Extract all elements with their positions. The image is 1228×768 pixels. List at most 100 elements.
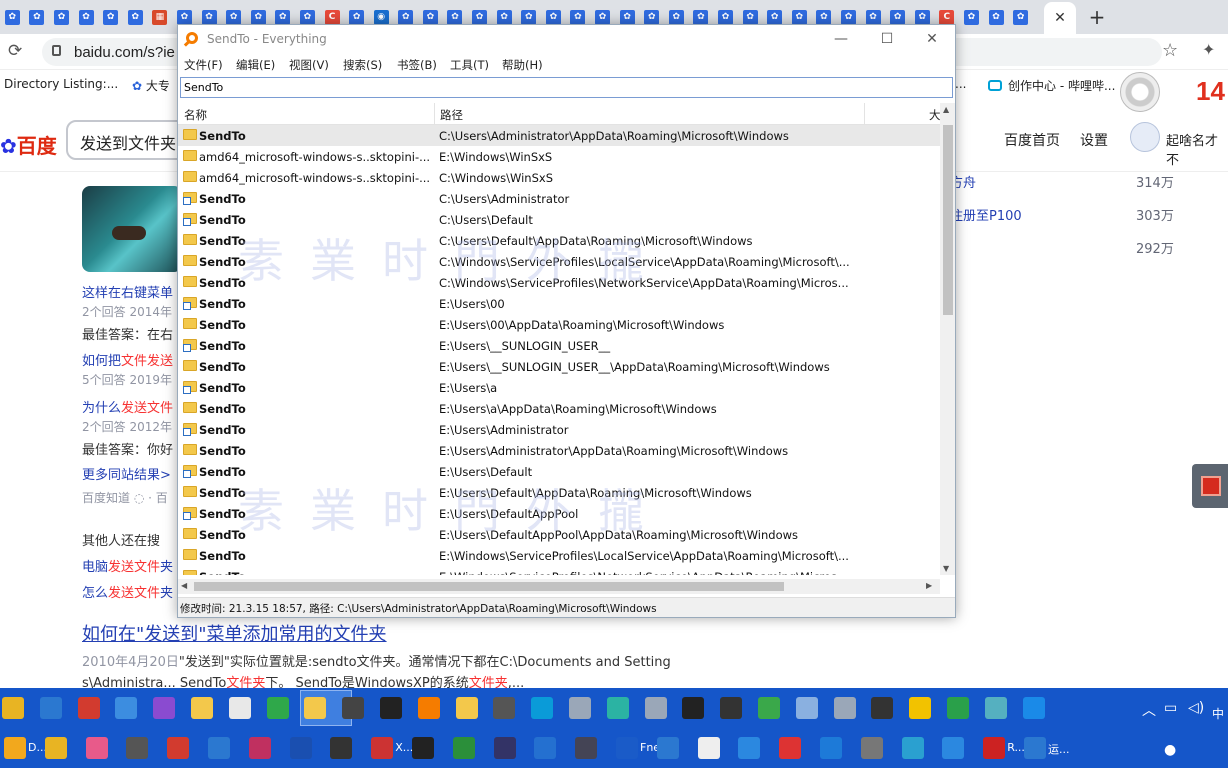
window-icon[interactable]: [39, 697, 62, 719]
menu-search[interactable]: 搜索(S): [343, 57, 382, 73]
app-dot-icon[interactable]: [380, 697, 402, 719]
browser-tab[interactable]: ✿: [25, 4, 50, 30]
browser-tab[interactable]: ✿: [0, 4, 25, 30]
baidu-logo[interactable]: ✿百度: [0, 130, 57, 159]
browser-tab[interactable]: ✿: [1008, 4, 1033, 30]
result-row[interactable]: SendTo C:\Users\Default: [178, 209, 940, 230]
column-path[interactable]: 路径: [440, 107, 463, 123]
folder-icon[interactable]: [455, 697, 478, 719]
column-divider[interactable]: [434, 103, 435, 125]
result-row[interactable]: amd64_microsoft-windows-s..sktopini-... C…: [178, 167, 940, 188]
result-row[interactable]: SendTo E:\Users\Administrator: [178, 419, 940, 440]
result-row[interactable]: SendTo E:\Users\__SUNLOGIN_USER__: [178, 335, 940, 356]
document-icon[interactable]: [228, 697, 251, 719]
menu-help[interactable]: 帮助(H): [502, 57, 543, 73]
browser-tab[interactable]: ✿: [98, 4, 123, 30]
result-link[interactable]: 怎么发送文件夹: [82, 582, 173, 601]
active-tab[interactable]: ✕: [1044, 2, 1076, 34]
result-row[interactable]: amd64_microsoft-windows-s..sktopini-... E…: [178, 146, 940, 167]
result-row[interactable]: SendTo E:\Users\__SUNLOGIN_USER__\AppData…: [178, 356, 940, 377]
result-row[interactable]: SendTo C:\Windows\ServiceProfiles\Network…: [178, 272, 940, 293]
menu-file[interactable]: 文件(F): [184, 57, 223, 73]
bookmark-overflow[interactable]: ...: [955, 77, 966, 91]
extensions-icon[interactable]: ✦: [1202, 40, 1215, 59]
result-row[interactable]: SendTo E:\Windows\ServiceProfiles\Network…: [178, 566, 940, 575]
app-teal-icon[interactable]: [531, 697, 554, 719]
record-icon[interactable]: [266, 697, 289, 719]
scroll-down-icon[interactable]: ▼: [943, 564, 949, 573]
search-input[interactable]: SendTo: [180, 77, 953, 98]
result-row[interactable]: SendTo E:\Users\a\AppData\Roaming\Microso…: [178, 398, 940, 419]
chrome-icon[interactable]: [2, 697, 24, 719]
menu-bookmarks[interactable]: 书签(B): [397, 57, 437, 73]
result-row[interactable]: SendTo E:\Users\Administrator\AppData\Roa…: [178, 440, 940, 461]
column-name[interactable]: 名称: [184, 107, 207, 123]
bookmark-star-icon[interactable]: ☆: [1162, 40, 1178, 61]
result-row[interactable]: SendTo C:\Windows\ServiceProfiles\LocalSe…: [178, 251, 940, 272]
triangle-icon[interactable]: [644, 697, 667, 719]
column-divider[interactable]: [864, 103, 865, 125]
url-text[interactable]: baidu.com/s?ie: [74, 44, 175, 61]
film-icon[interactable]: [493, 697, 516, 719]
result-row[interactable]: SendTo E:\Users\00: [178, 293, 940, 314]
volume-icon[interactable]: ◁): [1188, 700, 1204, 716]
menu-view[interactable]: 视图(V): [289, 57, 329, 73]
column-size[interactable]: 大: [929, 107, 941, 123]
vb-icon[interactable]: [947, 697, 969, 719]
browser-tab[interactable]: ✿: [49, 4, 74, 30]
window-titlebar[interactable]: SendTo - Everything — ☐ ✕: [178, 25, 955, 53]
record-dot-icon[interactable]: ●: [1164, 742, 1176, 758]
send-icon[interactable]: [1022, 697, 1045, 719]
chevron-up-icon[interactable]: ︿: [1142, 700, 1156, 720]
monitor-icon[interactable]: [342, 697, 365, 719]
horizontal-scrollbar[interactable]: ◀ ▶: [178, 579, 940, 594]
avatar[interactable]: [1130, 122, 1160, 152]
settings-link[interactable]: 设置: [1080, 130, 1108, 150]
app-blue-icon[interactable]: [115, 697, 138, 719]
input-method-indicator[interactable]: 中: [1212, 705, 1224, 722]
maximize-button[interactable]: ☐: [864, 27, 910, 51]
result-row[interactable]: SendTo E:\Users\DefaultAppPool: [178, 503, 940, 524]
hot-title[interactable]: 注册至P100: [950, 205, 1022, 224]
result-row[interactable]: SendTo E:\Users\Default: [178, 461, 940, 482]
app-x-icon[interactable]: [720, 697, 743, 719]
result-title[interactable]: 如何在"发送到"菜单添加常用的文件夹: [82, 620, 387, 646]
triangle-icon[interactable]: [569, 697, 591, 719]
new-tab-button[interactable]: +: [1086, 6, 1108, 28]
scroll-right-icon[interactable]: ▶: [926, 581, 932, 590]
explorer-icon[interactable]: [304, 697, 327, 719]
network-icon[interactable]: ▭: [1164, 700, 1177, 716]
book-icon[interactable]: [606, 697, 629, 719]
result-link[interactable]: 这样在右键菜单: [82, 282, 173, 301]
minimize-button[interactable]: —: [818, 27, 864, 51]
result-link[interactable]: 如何把文件发送: [82, 350, 173, 369]
close-button[interactable]: ✕: [909, 27, 955, 51]
clapper-icon[interactable]: [871, 697, 894, 719]
search-icon[interactable]: [417, 697, 440, 719]
result-row[interactable]: SendTo C:\Users\Administrator: [178, 188, 940, 209]
browser-tab[interactable]: ✿: [959, 4, 984, 30]
scroll-up-icon[interactable]: ▲: [943, 105, 949, 114]
result-link[interactable]: 电脑发送文件夹: [82, 556, 173, 575]
app-red-icon[interactable]: [77, 697, 100, 719]
browser-tab[interactable]: ✿: [984, 4, 1009, 30]
vertical-scrollbar[interactable]: ▲ ▼: [940, 103, 955, 575]
pin-icon[interactable]: [1120, 72, 1160, 112]
7z-icon[interactable]: [682, 697, 705, 719]
triangle-icon[interactable]: [833, 697, 856, 719]
bookmark-directory-listing[interactable]: Directory Listing:...: [4, 77, 118, 91]
result-row[interactable]: SendTo E:\Users\a: [178, 377, 940, 398]
video-thumbnail[interactable]: [82, 186, 182, 272]
browser-tab[interactable]: ▦: [148, 4, 173, 30]
menu-edit[interactable]: 编辑(E): [236, 57, 275, 73]
scroll-thumb[interactable]: [194, 582, 784, 591]
app-r-icon[interactable]: [795, 697, 818, 719]
folder-icon[interactable]: [191, 697, 213, 719]
scroll-left-icon[interactable]: ◀: [181, 581, 187, 590]
menu-tools[interactable]: 工具(T): [450, 57, 489, 73]
record-stop-button[interactable]: [1192, 464, 1228, 508]
bookmark-bilibili[interactable]: 创作中心 - 哔哩哔...: [988, 77, 1115, 94]
browser-tab[interactable]: ✿: [74, 4, 99, 30]
scroll-thumb[interactable]: [943, 125, 953, 315]
result-row[interactable]: SendTo E:\Users\Default\AppData\Roaming\M…: [178, 482, 940, 503]
